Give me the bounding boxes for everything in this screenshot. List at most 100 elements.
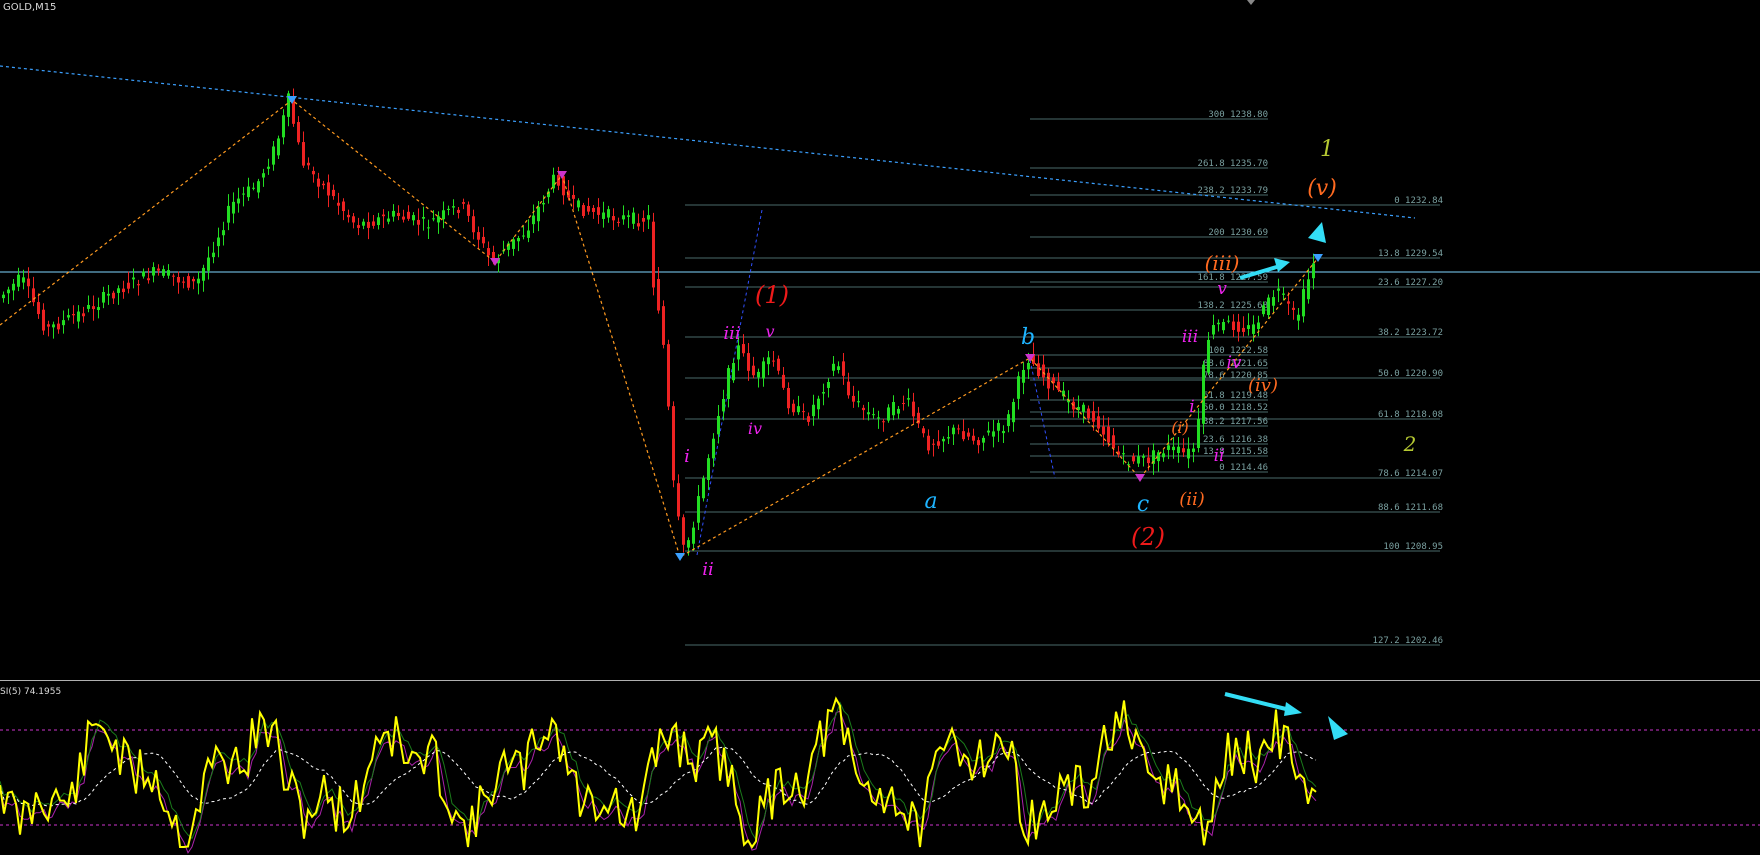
candle-body xyxy=(282,115,285,138)
candle-body xyxy=(592,207,595,212)
candle-body xyxy=(742,344,745,354)
candle-body xyxy=(1252,324,1255,334)
candle xyxy=(22,269,25,290)
candle xyxy=(67,308,70,321)
candle-body xyxy=(312,170,315,175)
candle xyxy=(902,395,905,411)
candle-body xyxy=(1147,457,1150,464)
candle-body xyxy=(177,276,180,283)
candle-body xyxy=(432,218,435,220)
candle-body xyxy=(452,206,455,208)
candle xyxy=(1082,402,1085,424)
candle-body xyxy=(792,403,795,413)
candle-body xyxy=(472,216,475,233)
candle xyxy=(937,430,940,449)
candle xyxy=(782,366,785,390)
divergence-arrow-line xyxy=(1224,692,1291,712)
candle-body xyxy=(387,218,390,222)
candle xyxy=(892,395,895,421)
chart-shift-icon xyxy=(1247,0,1255,5)
candle xyxy=(1132,453,1135,465)
candle xyxy=(127,271,130,294)
candle xyxy=(212,241,215,264)
candle-body xyxy=(67,315,70,318)
candle xyxy=(967,428,970,441)
candle-body xyxy=(232,201,235,214)
candle xyxy=(677,474,680,521)
candle-body xyxy=(937,441,940,446)
candle-body xyxy=(1007,414,1010,427)
candle-body xyxy=(157,268,160,271)
candle-body xyxy=(272,146,275,165)
candle xyxy=(467,201,470,223)
candle-body xyxy=(377,217,380,226)
fib-label: 200 1230.69 xyxy=(1208,228,1268,238)
candle-body xyxy=(42,309,45,331)
candle xyxy=(1067,390,1070,414)
candle-body xyxy=(97,307,100,311)
candle xyxy=(697,484,700,531)
candle-body xyxy=(1262,305,1265,315)
candle-body xyxy=(767,357,770,365)
candle xyxy=(1022,362,1025,395)
candle-body xyxy=(87,304,90,309)
rsi-indicator-pane[interactable]: SI(5) 74.1955 xyxy=(0,682,1760,855)
candle xyxy=(1042,354,1045,386)
candle xyxy=(582,202,585,219)
candle-body xyxy=(627,215,630,217)
wave-label: ii xyxy=(1214,446,1225,466)
candle xyxy=(707,454,710,490)
candle xyxy=(607,205,610,223)
candle-body xyxy=(262,173,265,178)
direction-arrow-icon xyxy=(1328,716,1348,740)
wave-label: (v) xyxy=(1307,176,1337,201)
wave-label: i xyxy=(1189,397,1194,417)
candle-body xyxy=(852,395,855,402)
candle xyxy=(202,264,205,292)
fib-label: 61.8 1218.08 xyxy=(1378,410,1443,420)
candle xyxy=(12,278,15,301)
candle xyxy=(17,267,20,292)
candle xyxy=(1212,314,1215,340)
candle-body xyxy=(147,278,150,281)
candle xyxy=(392,204,395,222)
fib-label: 127.2 1202.46 xyxy=(1373,636,1443,646)
candle-body xyxy=(162,269,165,276)
candle xyxy=(932,438,935,457)
fib-label: 138.2 1225.68 xyxy=(1198,301,1268,311)
price-chart-pane[interactable]: GOLD,M15 0 1232.84 13.8 1229.54 23.6 1227.… xyxy=(0,0,1760,681)
candle-body xyxy=(867,412,870,415)
candle xyxy=(7,286,10,305)
candle xyxy=(1312,253,1315,290)
candle-body xyxy=(672,406,675,481)
candle-body xyxy=(367,221,370,228)
candle-body xyxy=(557,175,560,186)
candle-body xyxy=(512,239,515,249)
candle-body xyxy=(1042,364,1045,378)
candle xyxy=(107,284,110,305)
candle xyxy=(987,421,990,436)
candle xyxy=(197,271,200,295)
candle-body xyxy=(972,435,975,441)
candle xyxy=(952,424,955,445)
candle-body xyxy=(7,289,10,294)
candle xyxy=(352,213,355,229)
candle-body xyxy=(342,201,345,212)
candle-body xyxy=(112,292,115,299)
candle-body xyxy=(1102,426,1105,435)
candle-body xyxy=(882,421,885,423)
wave-label: iii xyxy=(723,323,740,344)
candle xyxy=(97,297,100,319)
candle-body xyxy=(622,215,625,220)
candle xyxy=(322,180,325,190)
wave-label: iii xyxy=(1182,327,1198,347)
candle xyxy=(377,212,380,230)
candle xyxy=(532,204,535,234)
candle xyxy=(302,131,305,168)
candle xyxy=(337,192,340,215)
candle-body xyxy=(1132,456,1135,462)
candle-body xyxy=(697,496,700,523)
candle xyxy=(262,168,265,187)
candle-body xyxy=(652,221,655,288)
candle xyxy=(837,361,840,374)
